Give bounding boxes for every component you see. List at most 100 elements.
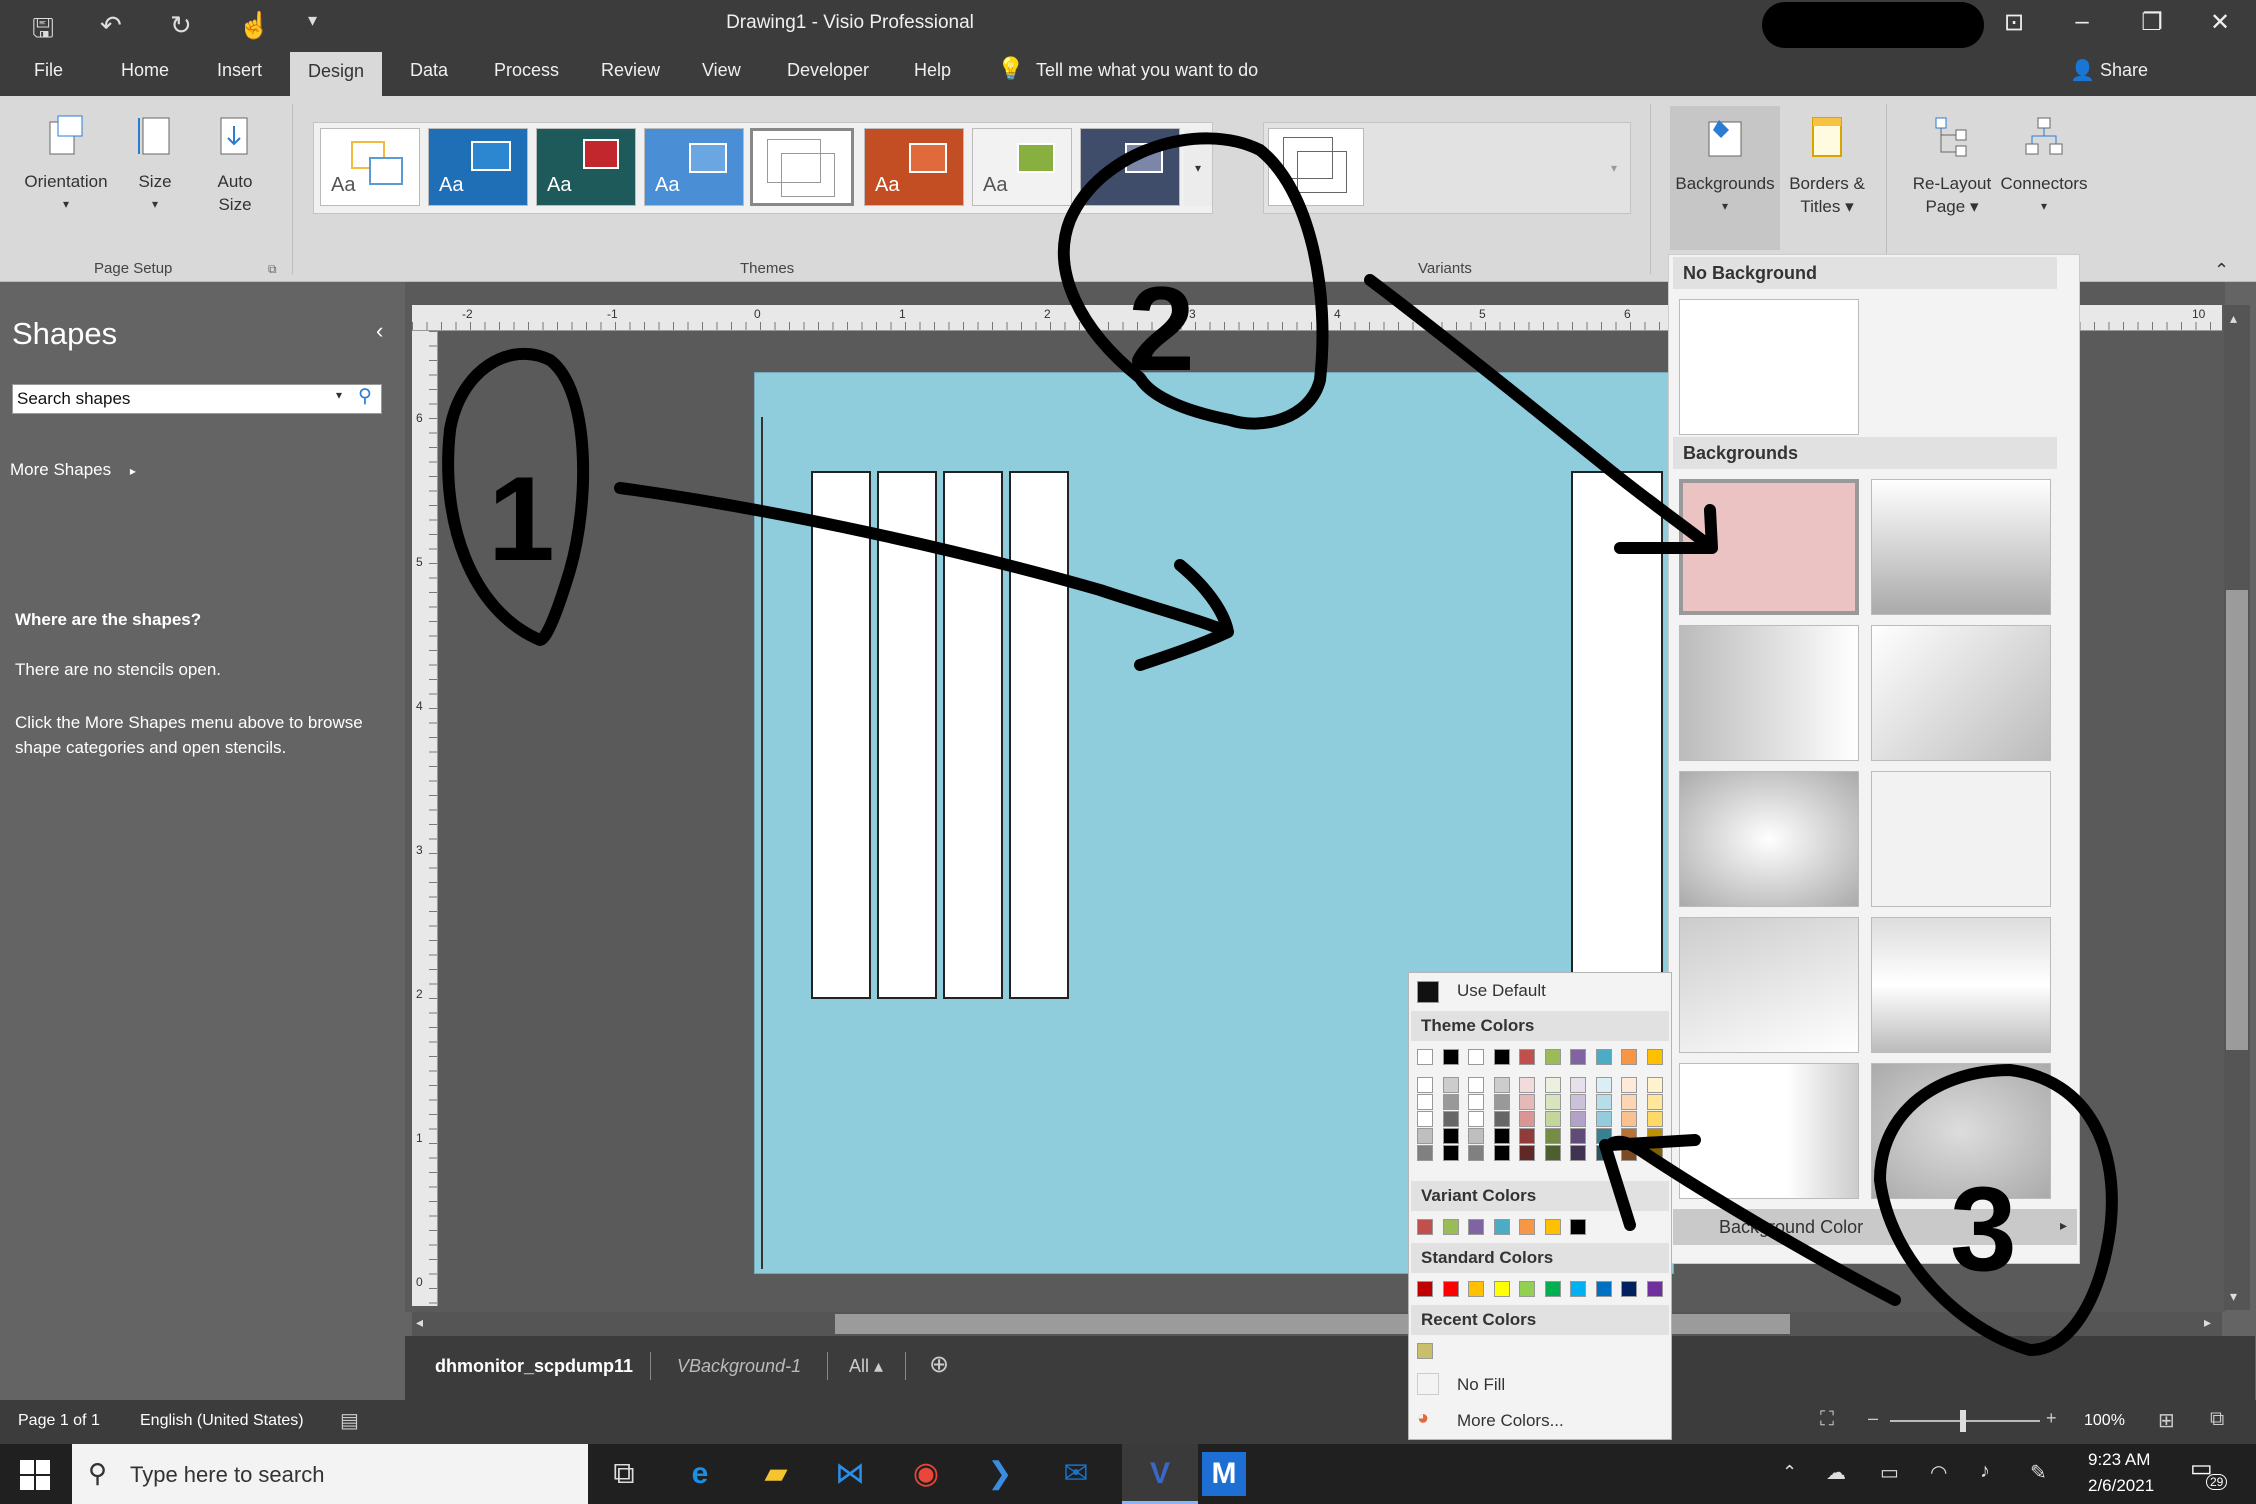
theme-color-swatch[interactable] xyxy=(1621,1049,1637,1065)
theme-shade-swatch[interactable] xyxy=(1544,1128,1561,1144)
variant-color-swatch[interactable] xyxy=(1519,1219,1535,1235)
theme-color-swatch[interactable] xyxy=(1646,1049,1663,1065)
theme-linear[interactable]: Aa xyxy=(428,128,528,206)
scroll-left-icon[interactable]: ◂ xyxy=(416,1314,423,1331)
language-status[interactable]: English (United States) xyxy=(140,1412,304,1430)
theme-shade-swatch[interactable] xyxy=(1493,1077,1510,1093)
theme-integral[interactable]: Aa xyxy=(536,128,636,206)
tab-review[interactable]: Review xyxy=(601,60,660,81)
theme-sequence[interactable]: Aa xyxy=(644,128,744,206)
scroll-down-icon[interactable]: ▾ xyxy=(2230,1288,2237,1305)
standard-color-swatch[interactable] xyxy=(1442,1281,1459,1297)
theme-color-swatch[interactable] xyxy=(1595,1049,1612,1065)
standard-color-swatch[interactable] xyxy=(1417,1281,1433,1297)
tab-file[interactable]: File xyxy=(34,60,63,81)
theme-shade-swatch[interactable] xyxy=(1646,1145,1663,1161)
minimize-icon[interactable]: – xyxy=(2062,8,2102,36)
theme-shade-swatch[interactable] xyxy=(1570,1094,1586,1110)
windows-start-icon[interactable] xyxy=(20,1460,50,1490)
theme-shade-swatch[interactable] xyxy=(1544,1077,1561,1093)
standard-color-swatch[interactable] xyxy=(1595,1281,1612,1297)
zoom-slider-thumb[interactable] xyxy=(1960,1410,1966,1432)
zoom-level[interactable]: 100% xyxy=(2084,1412,2125,1430)
theme-shade-swatch[interactable] xyxy=(1442,1128,1459,1144)
relayout-page-button[interactable]: Re-Layout Page ▾ xyxy=(1906,114,1998,218)
tab-data[interactable]: Data xyxy=(410,60,448,81)
show-hidden-icons-icon[interactable]: ⌃ xyxy=(1782,1462,1797,1483)
theme-shade-swatch[interactable] xyxy=(1417,1094,1433,1110)
theme-shade-swatch[interactable] xyxy=(1493,1111,1510,1127)
theme-shade-swatch[interactable] xyxy=(1570,1077,1586,1093)
zoom-in-icon[interactable]: + xyxy=(2046,1408,2057,1429)
share-button[interactable]: Share xyxy=(2100,60,2148,81)
theme-shade-swatch[interactable] xyxy=(1519,1094,1535,1110)
background-tile-gradient[interactable] xyxy=(1679,625,1859,761)
theme-shade-swatch[interactable] xyxy=(1468,1094,1484,1110)
close-icon[interactable]: ✕ xyxy=(2200,8,2240,37)
standard-color-swatch[interactable] xyxy=(1621,1281,1637,1297)
maximize-icon[interactable]: ❐ xyxy=(2132,8,2172,37)
theme-color-swatch[interactable] xyxy=(1519,1049,1535,1065)
scroll-right-icon[interactable]: ▸ xyxy=(2204,1314,2211,1331)
theme-color-swatch[interactable] xyxy=(1417,1049,1433,1065)
background-tile-cloud[interactable] xyxy=(1871,1063,2051,1199)
theme-shade-swatch[interactable] xyxy=(1442,1094,1459,1110)
orientation-button[interactable]: Orientation ▾ xyxy=(18,112,114,216)
more-shapes-menu[interactable]: More Shapes ▸ xyxy=(10,460,136,480)
fit-page-icon[interactable]: ⊞ xyxy=(2158,1408,2175,1433)
theme-shade-swatch[interactable] xyxy=(1621,1145,1637,1161)
outlook-icon[interactable]: ✉ xyxy=(1054,1452,1098,1496)
tell-me-search[interactable]: Tell me what you want to do xyxy=(1036,60,1258,81)
theme-shade-swatch[interactable] xyxy=(1595,1077,1612,1093)
theme-ion[interactable]: Aa xyxy=(864,128,964,206)
borders-titles-button[interactable]: Borders & Titles ▾ xyxy=(1784,114,1870,218)
theme-office[interactable]: Aa xyxy=(320,128,420,206)
theme-shade-swatch[interactable] xyxy=(1442,1111,1459,1127)
theme-shade-swatch[interactable] xyxy=(1417,1111,1433,1127)
standard-color-swatch[interactable] xyxy=(1646,1281,1663,1297)
ribbon-display-icon[interactable]: ⊡ xyxy=(1994,8,2034,37)
theme-shade-swatch[interactable] xyxy=(1570,1111,1586,1127)
connectors-button[interactable]: Connectors ▾ xyxy=(1998,114,2090,218)
theme-shade-swatch[interactable] xyxy=(1493,1145,1510,1161)
theme-shade-swatch[interactable] xyxy=(1519,1145,1535,1161)
rectangle-shape[interactable] xyxy=(877,471,937,999)
variant-1[interactable] xyxy=(1268,128,1364,206)
background-tile-solid[interactable] xyxy=(1679,479,1859,615)
search-shapes-input[interactable]: Search shapes xyxy=(12,384,382,414)
switch-windows-icon[interactable]: ⧉ xyxy=(2210,1408,2224,1431)
theme-shade-swatch[interactable] xyxy=(1544,1145,1561,1161)
themes-more-button[interactable]: ▾ xyxy=(1184,130,1212,206)
page-number-status[interactable]: Page 1 of 1 xyxy=(18,1412,100,1430)
background-tile-world[interactable] xyxy=(1871,771,2051,907)
theme-shade-swatch[interactable] xyxy=(1519,1128,1535,1144)
theme-shade-swatch[interactable] xyxy=(1468,1145,1484,1161)
theme-shade-swatch[interactable] xyxy=(1468,1128,1484,1144)
presentation-mode-icon[interactable]: ⛶ xyxy=(1820,1408,1834,1431)
theme-shade-swatch[interactable] xyxy=(1595,1145,1612,1161)
theme-color-swatch[interactable] xyxy=(1468,1049,1484,1065)
variant-color-swatch[interactable] xyxy=(1442,1219,1459,1235)
variants-more-button[interactable]: ▾ xyxy=(1600,130,1628,206)
standard-color-swatch[interactable] xyxy=(1519,1281,1535,1297)
file-explorer-icon[interactable]: ▰ xyxy=(754,1452,798,1496)
theme-shade-swatch[interactable] xyxy=(1417,1077,1433,1093)
add-page-icon[interactable]: ⊕ xyxy=(929,1350,949,1379)
theme-shade-swatch[interactable] xyxy=(1621,1077,1637,1093)
theme-shade-swatch[interactable] xyxy=(1621,1111,1637,1127)
theme-shade-swatch[interactable] xyxy=(1595,1128,1612,1144)
theme-shade-swatch[interactable] xyxy=(1468,1077,1484,1093)
background-tile-flow[interactable] xyxy=(1871,917,2051,1053)
theme-shade-swatch[interactable] xyxy=(1442,1145,1459,1161)
vscode-icon[interactable]: ⋈ xyxy=(828,1452,872,1496)
rectangle-shape[interactable] xyxy=(1009,471,1069,999)
search-dropdown-icon[interactable]: ▾ xyxy=(336,388,342,402)
taskbar-search-box[interactable]: ⚲ Type here to search xyxy=(72,1444,588,1504)
tab-insert[interactable]: Insert xyxy=(217,60,262,81)
theme-shade-swatch[interactable] xyxy=(1544,1094,1561,1110)
tab-page-1[interactable]: dhmonitor_scpdump11 xyxy=(435,1356,633,1377)
theme-shade-swatch[interactable] xyxy=(1493,1128,1510,1144)
malwarebytes-icon[interactable]: M xyxy=(1202,1452,1246,1496)
tab-developer[interactable]: Developer xyxy=(787,60,869,81)
size-button[interactable]: Size ▾ xyxy=(130,112,180,216)
